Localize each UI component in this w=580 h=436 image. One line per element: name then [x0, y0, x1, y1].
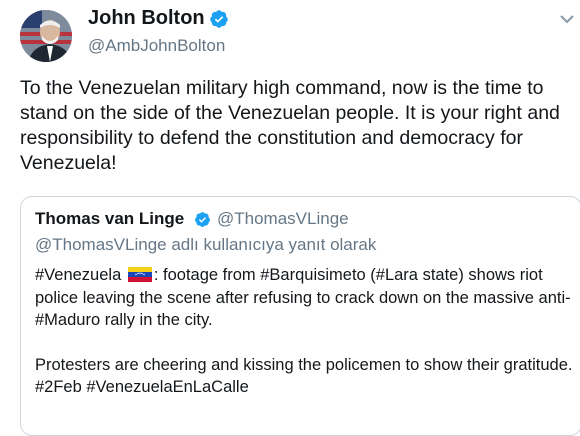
quoted-tweet-text: #Venezuela : footage from #Barquisimeto …	[35, 264, 575, 399]
tweet-text: To the Venezuelan military high command,…	[20, 77, 560, 174]
quoted-text-paragraph-2: Protesters are cheering and kissing the …	[35, 355, 573, 397]
author-name[interactable]: John Bolton	[88, 7, 205, 30]
author-handle[interactable]: @AmbJohnBolton	[88, 36, 225, 56]
quoted-text-paragraph: #Venezuela : footage from #Barquisimeto …	[35, 264, 575, 332]
quoted-author-name: Thomas van Linge	[35, 209, 185, 228]
tweet-header: John Bolton @AmbJohnBolton	[10, 0, 570, 62]
venezuela-flag-icon	[127, 267, 152, 282]
quoted-tweet[interactable]: Thomas van Linge @ThomasVLinge @ThomasVL…	[20, 196, 580, 436]
avatar[interactable]	[20, 10, 72, 62]
hashtag-venezuela: #Venezuela	[35, 266, 122, 284]
reply-context: @ThomasVLinge adlı kullanıcıya yanıt ola…	[35, 235, 377, 254]
verified-badge-icon	[195, 212, 210, 227]
quoted-author-handle: @ThomasVLinge	[217, 209, 349, 228]
chevron-down-icon[interactable]	[560, 14, 574, 24]
verified-badge-icon	[210, 10, 228, 28]
